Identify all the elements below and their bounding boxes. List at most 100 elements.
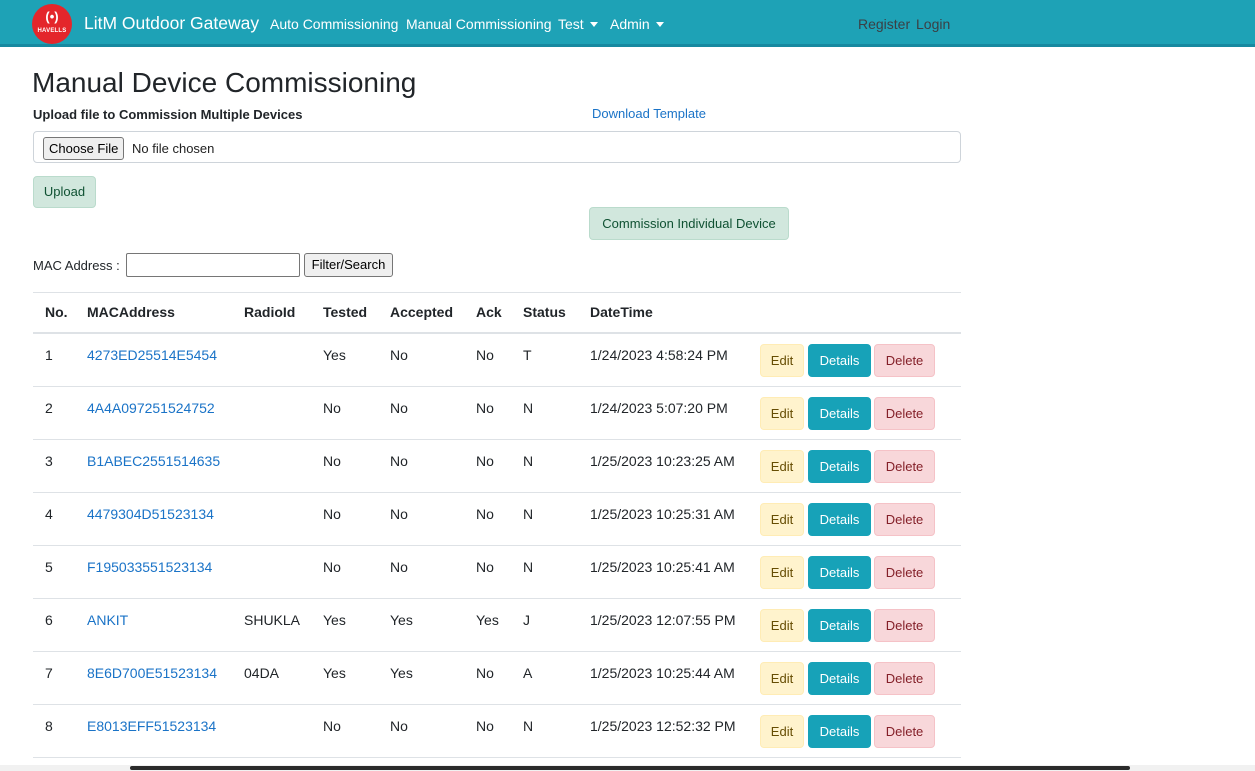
cell-tested: No [323,400,341,416]
edit-button[interactable]: Edit [760,662,804,695]
cell-tested: Yes [323,665,346,681]
cell-status: N [523,559,534,575]
mac-address-label: MAC Address : [33,258,120,273]
edit-button[interactable]: Edit [760,397,804,430]
table-row: 4 4479304D51523134 No No No N 1/25/2023 10:25:… [33,493,961,546]
mac-address-input[interactable] [126,253,300,277]
cell-no: 6 [45,612,53,628]
edit-button[interactable]: Edit [760,503,804,536]
page-title: Manual Device Commissioning [32,67,417,98]
cell-status: J [523,612,530,628]
cell-tested: No [323,718,341,734]
cell-accepted: No [390,559,408,575]
cell-accepted: No [390,400,408,416]
table-row: 5 F195033551523134 No No No N 1/25/2023 10:25:… [33,546,961,599]
cell-no: 8 [45,718,53,734]
cell-datetime: 1/24/2023 5:07:20 PM [590,400,728,416]
edit-button[interactable]: Edit [760,450,804,483]
login-link[interactable]: Login [916,16,950,32]
table-row: 6 ANKIT SHUKLA Yes Yes Yes J 1/25/2023 12:07:55… [33,599,961,652]
cell-mac-link[interactable]: E8013EFF51523134 [87,718,216,734]
havells-logo-icon[interactable]: (•) HAVELLS [32,4,72,44]
cell-mac-link[interactable]: F195033551523134 [87,559,212,575]
cell-status: A [523,665,533,681]
delete-button[interactable]: Delete [874,662,935,695]
header-ack: Ack [476,304,502,320]
details-button[interactable]: Details [808,344,871,377]
cell-ack: No [476,453,494,469]
horizontal-scrollbar[interactable] [0,765,1255,771]
filter-search-button[interactable]: Filter/Search [304,253,393,277]
cell-ack: Yes [476,612,499,628]
cell-mac-link[interactable]: ANKIT [87,612,128,628]
cell-no: 2 [45,400,53,416]
cell-radioid: SHUKLA [244,612,301,628]
delete-button[interactable]: Delete [874,397,935,430]
delete-button[interactable]: Delete [874,609,935,642]
cell-accepted: No [390,718,408,734]
cell-mac-link[interactable]: 8E6D700E51523134 [87,665,217,681]
header-radioid: RadioId [244,304,296,320]
nav-admin-dropdown[interactable]: Admin [610,16,664,32]
edit-button[interactable]: Edit [760,715,804,748]
cell-datetime: 1/25/2023 10:25:41 AM [590,559,735,575]
header-macaddress: MACAddress [87,304,175,320]
table-row: 8 E8013EFF51523134 No No No N 1/25/2023 12:52:… [33,705,961,758]
table-row: 3 B1ABEC2551514635 No No No N 1/25/2023 10:23:… [33,440,961,493]
brand-title[interactable]: LitM Outdoor Gateway [84,13,259,34]
cell-ack: No [476,506,494,522]
file-input[interactable]: Choose File No file chosen [33,131,961,163]
cell-tested: No [323,506,341,522]
cell-datetime: 1/25/2023 12:52:32 PM [590,718,736,734]
cell-ack: No [476,665,494,681]
edit-button[interactable]: Edit [760,344,804,377]
cell-no: 3 [45,453,53,469]
top-navbar: (•) HAVELLS LitM Outdoor Gateway Auto Co… [0,0,1255,47]
cell-mac-link[interactable]: 4A4A097251524752 [87,400,215,416]
upload-button[interactable]: Upload [33,176,96,208]
nav-test-label: Test [558,16,584,32]
commission-individual-device-button[interactable]: Commission Individual Device [589,207,789,240]
cell-mac-link[interactable]: 4479304D51523134 [87,506,214,522]
cell-datetime: 1/25/2023 10:25:44 AM [590,665,735,681]
table-row: 2 4A4A097251524752 No No No N 1/24/2023 5:07:2… [33,387,961,440]
delete-button[interactable]: Delete [874,556,935,589]
cell-ack: No [476,347,494,363]
nav-auto-commissioning[interactable]: Auto Commissioning [270,16,398,32]
details-button[interactable]: Details [808,556,871,589]
cell-accepted: No [390,453,408,469]
details-button[interactable]: Details [808,662,871,695]
cell-accepted: No [390,347,408,363]
cell-accepted: Yes [390,612,413,628]
header-datetime: DateTime [590,304,653,320]
logo-word: HAVELLS [37,28,67,34]
register-link[interactable]: Register [858,16,910,32]
nav-test-dropdown[interactable]: Test [558,16,598,32]
delete-button[interactable]: Delete [874,344,935,377]
header-status: Status [523,304,566,320]
upload-label: Upload file to Commission Multiple Devic… [33,107,303,122]
details-button[interactable]: Details [808,450,871,483]
edit-button[interactable]: Edit [760,556,804,589]
details-button[interactable]: Details [808,609,871,642]
delete-button[interactable]: Delete [874,503,935,536]
details-button[interactable]: Details [808,715,871,748]
edit-button[interactable]: Edit [760,609,804,642]
cell-status: N [523,453,534,469]
cell-ack: No [476,559,494,575]
delete-button[interactable]: Delete [874,715,935,748]
details-button[interactable]: Details [808,503,871,536]
cell-mac-link[interactable]: B1ABEC2551514635 [87,453,220,469]
scrollbar-thumb[interactable] [130,766,1130,770]
cell-tested: Yes [323,347,346,363]
cell-mac-link[interactable]: 4273ED25514E5454 [87,347,217,363]
details-button[interactable]: Details [808,397,871,430]
table-header: No. MACAddress RadioId Tested Accepted A… [33,293,961,334]
logo-mark: (•) [45,9,59,24]
cell-no: 4 [45,506,53,522]
delete-button[interactable]: Delete [874,450,935,483]
download-template-link[interactable]: Download Template [592,106,706,121]
header-accepted: Accepted [390,304,454,320]
nav-manual-commissioning[interactable]: Manual Commissioning [406,16,552,32]
choose-file-button[interactable]: Choose File [43,137,125,160]
